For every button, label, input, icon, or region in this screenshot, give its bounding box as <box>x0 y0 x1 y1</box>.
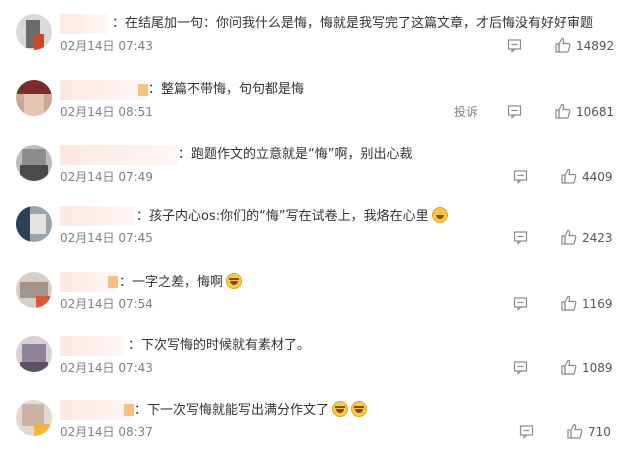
comment-icon[interactable] <box>513 230 528 245</box>
avatar[interactable] <box>16 80 52 116</box>
comment-item: ：整篇不带悔，句句都是悔 02月14日 08:51 投诉 10681 <box>0 80 630 142</box>
report-button[interactable]: 投诉 <box>454 104 478 120</box>
comment-icon[interactable] <box>513 296 528 311</box>
comment-text: ：整篇不带悔，句句都是悔 <box>148 82 305 97</box>
comment-date: 02月14日 07:45 <box>60 231 153 245</box>
comment-text-body: ：下一次写悔就能写出满分作文了 <box>134 403 330 418</box>
like-count: 14892 <box>576 39 615 53</box>
thumbs-up-icon[interactable] <box>561 168 577 184</box>
comment-item: ：跑题作文的立意就是“悔”啊，别出心裁 02月14日 07:49 4409 <box>0 145 630 207</box>
comment-icon[interactable] <box>519 424 534 439</box>
like-count: 710 <box>588 425 611 439</box>
comment-text: ：跑题作文的立意就是“悔”啊，别出心裁 <box>178 147 413 162</box>
laugh-cry-emoji <box>332 401 349 417</box>
comment-item: ：下次写悔的时候就有素材了。 02月14日 07:43 1089 <box>0 336 630 398</box>
username-blurred[interactable] <box>60 206 134 226</box>
like-count: 2423 <box>582 231 613 245</box>
like-count: 4409 <box>582 170 613 184</box>
laugh-cry-emoji <box>226 273 243 289</box>
avatar[interactable] <box>16 14 52 50</box>
like-count: 1089 <box>582 361 613 375</box>
comment-icon[interactable] <box>513 360 528 375</box>
comment-icon[interactable] <box>513 169 528 184</box>
comment-text: ：下一次写悔就能写出满分作文了 <box>134 401 368 420</box>
comment-text: ：一字之差，悔啊 <box>119 273 243 292</box>
thumbs-up-icon[interactable] <box>561 229 577 245</box>
avatar[interactable] <box>16 272 52 308</box>
username-blurred[interactable] <box>60 336 124 356</box>
comment-date: 02月14日 07:43 <box>60 361 153 375</box>
avatar[interactable] <box>16 400 52 436</box>
comment-item: ：在结尾加一句：你问我什么是悔，悔就是我写完了这篇文章，才后悔没有好好审题 02… <box>0 14 630 76</box>
username-blurred[interactable] <box>60 272 118 292</box>
comment-date: 02月14日 08:37 <box>60 425 153 439</box>
thumbs-up-icon[interactable] <box>561 359 577 375</box>
comment-icon[interactable] <box>507 38 522 53</box>
avatar[interactable] <box>16 336 52 372</box>
comment-date: 02月14日 07:43 <box>60 39 153 53</box>
thumbs-up-icon[interactable] <box>555 37 571 53</box>
username-blurred[interactable] <box>60 400 134 420</box>
comment-item: ：一字之差，悔啊 02月14日 07:54 1169 <box>0 272 630 334</box>
thumbs-up-icon[interactable] <box>567 423 583 439</box>
avatar[interactable] <box>16 206 52 242</box>
comment-text: ：下次写悔的时候就有素材了。 <box>128 338 311 353</box>
comment-list: ：在结尾加一句：你问我什么是悔，悔就是我写完了这篇文章，才后悔没有好好审题 02… <box>0 0 630 457</box>
comment-icon[interactable] <box>507 104 522 119</box>
comment-text: ：孩子内心os:你们的“悔”写在试卷上，我烙在心里 <box>136 207 448 226</box>
comment-text: ：在结尾加一句：你问我什么是悔，悔就是我写完了这篇文章，才后悔没有好好审题 <box>112 16 594 31</box>
thumbs-up-icon[interactable] <box>561 295 577 311</box>
avatar[interactable] <box>16 145 52 181</box>
thumbs-up-icon[interactable] <box>555 103 571 119</box>
username-blurred[interactable] <box>60 80 148 100</box>
laugh-cry-emoji <box>351 401 368 417</box>
like-count: 1169 <box>582 297 613 311</box>
comment-item: ：下一次写悔就能写出满分作文了 02月14日 08:37 710 <box>0 400 630 462</box>
comment-text-body: ：一字之差，悔啊 <box>119 275 224 290</box>
comment-date: 02月14日 07:54 <box>60 297 153 311</box>
comment-text-body: ：孩子内心os:你们的“悔”写在试卷上，我烙在心里 <box>136 209 429 224</box>
username-blurred[interactable] <box>60 145 178 165</box>
smile-emoji <box>431 207 448 223</box>
username-blurred[interactable] <box>60 14 108 34</box>
comment-date: 02月14日 07:49 <box>60 170 153 184</box>
comment-item: ：孩子内心os:你们的“悔”写在试卷上，我烙在心里 02月14日 07:45 2… <box>0 206 630 268</box>
comment-date: 02月14日 08:51 <box>60 105 153 119</box>
like-count: 10681 <box>576 105 615 119</box>
